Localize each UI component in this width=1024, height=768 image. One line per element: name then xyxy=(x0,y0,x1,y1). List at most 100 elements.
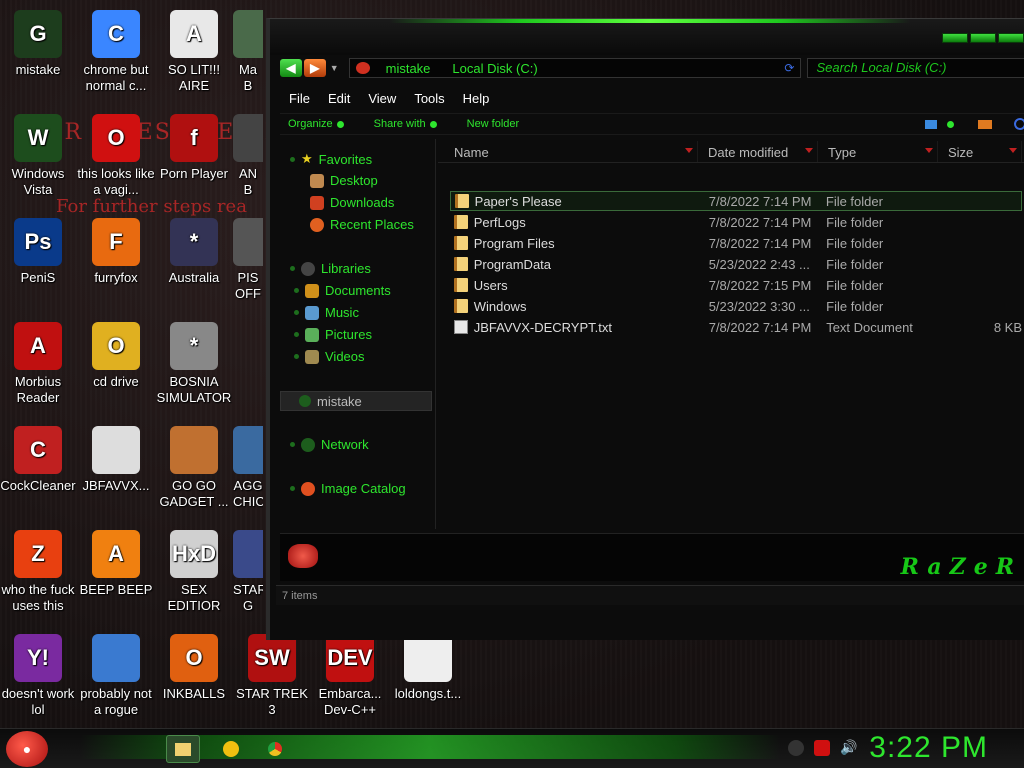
show-hidden-icons-icon[interactable] xyxy=(788,739,804,756)
taskbar-explorer-button[interactable] xyxy=(166,735,200,763)
taskbar-messenger-button[interactable] xyxy=(214,735,248,763)
menu-tools[interactable]: Tools xyxy=(405,89,453,109)
file-row[interactable]: ProgramData 5/23/2022 2:43 ... File folder xyxy=(450,254,1022,274)
desktop-icon-cd-drive[interactable]: Ocd drive xyxy=(77,322,155,390)
nav-image-catalog[interactable]: Image Catalog xyxy=(290,481,406,496)
desktop-icon-jbfavvx[interactable]: JBFAVVX... xyxy=(77,426,155,494)
nav-computer[interactable]: mistake xyxy=(280,391,432,411)
column-type[interactable]: Type xyxy=(818,141,938,162)
breadcrumb-disk[interactable]: Local Disk (C:) xyxy=(452,61,537,76)
desktop-icon-mistake[interactable]: Gmistake xyxy=(0,10,77,78)
menu-help[interactable]: Help xyxy=(454,89,499,109)
back-button[interactable]: ◀ xyxy=(280,59,302,77)
file-row[interactable]: Windows 5/23/2022 3:30 ... File folder xyxy=(450,296,1022,316)
maximize-button[interactable] xyxy=(970,33,996,43)
nav-libraries[interactable]: Libraries xyxy=(290,261,371,276)
desktop-icon-image: C xyxy=(14,426,62,474)
nav-pictures[interactable]: Pictures xyxy=(294,327,372,342)
documents-icon xyxy=(305,283,319,298)
desktop-icon-doesn-t-work-lol[interactable]: Y! doesn't work lol xyxy=(0,634,77,718)
desktop-icon-probably-not-a-rogue[interactable]: probably not a rogue xyxy=(77,634,155,718)
chevron-down-icon[interactable]: ▼ xyxy=(330,63,339,73)
taskbar-chrome-button[interactable] xyxy=(258,735,292,763)
new-folder-button[interactable]: New folder xyxy=(459,118,528,130)
close-button[interactable] xyxy=(998,33,1024,43)
volume-icon[interactable]: 🔊 xyxy=(840,739,857,756)
help-icon[interactable] xyxy=(1014,118,1024,130)
file-type: File folder xyxy=(826,214,884,230)
desktop-icon-cockcleaner[interactable]: C CockCleaner xyxy=(0,426,77,494)
desktop-icon-morbius-reader[interactable]: A Morbius Reader xyxy=(0,322,77,406)
desktop-icon-penis[interactable]: Ps PeniS xyxy=(0,218,77,286)
organize-button[interactable]: Organize xyxy=(280,118,352,130)
start-button[interactable]: ● xyxy=(6,731,48,767)
file-date: 7/8/2022 7:14 PM xyxy=(708,235,812,251)
desktop-icon-pis-off[interactable]: PIS OFF xyxy=(233,218,263,302)
desktop-icon-porn-player[interactable]: f Porn Player xyxy=(155,114,233,182)
desktop-icon-label: loldongs.t... xyxy=(394,686,462,701)
refresh-icon[interactable]: ⟳ xyxy=(784,61,794,75)
desktop-icon-label: BEEP BEEP xyxy=(79,582,153,597)
desktop-icon-sex-editior[interactable]: HxD SEX EDITIOR xyxy=(155,530,233,614)
action-center-icon[interactable] xyxy=(814,739,830,756)
nav-videos[interactable]: Videos xyxy=(294,349,365,364)
breadcrumb-user[interactable]: mistake xyxy=(386,61,431,76)
desktop-icon-inkballs[interactable]: O INKBALLS xyxy=(155,634,233,702)
nav-desktop[interactable]: Desktop xyxy=(310,173,378,188)
nav-music[interactable]: Music xyxy=(294,305,359,320)
search-input[interactable]: Search Local Disk (C:) xyxy=(807,58,1024,78)
minimize-button[interactable] xyxy=(942,33,968,43)
view-dropdown-icon[interactable] xyxy=(947,120,954,128)
file-row[interactable]: Users 7/8/2022 7:15 PM File folder xyxy=(450,275,1022,295)
desktop-icon-image: * xyxy=(170,322,218,370)
nav-network[interactable]: Network xyxy=(290,437,369,452)
desktop-icon-image: SW xyxy=(248,634,296,682)
window-titlebar[interactable] xyxy=(270,19,1024,55)
menu-file[interactable]: File xyxy=(280,89,319,109)
menu-edit[interactable]: Edit xyxy=(319,89,359,109)
desktop-icon-windows-vista[interactable]: W Windows Vista xyxy=(0,114,77,198)
file-date: 5/23/2022 3:30 ... xyxy=(708,298,810,314)
nav-downloads[interactable]: Downloads xyxy=(310,195,394,210)
file-row[interactable]: Program Files 7/8/2022 7:14 PM File folder xyxy=(450,233,1022,253)
desktop-icon-chrome-but-normal-c[interactable]: Cchrome but normal c... xyxy=(77,10,155,94)
desktop-icon-this-looks-like-a-vagi[interactable]: Othis looks like a vagi... xyxy=(77,114,155,198)
desktop-icon-australia[interactable]: * Australia xyxy=(155,218,233,286)
libraries-icon xyxy=(301,261,315,276)
desktop-icon-go-go-gadget[interactable]: GO GO GADGET ... xyxy=(155,426,233,510)
preview-pane-icon[interactable] xyxy=(978,119,992,129)
address-input[interactable]: mistake Local Disk (C:) ⟳ xyxy=(348,58,802,78)
desktop-icon-loldongs-t[interactable]: loldongs.t... xyxy=(389,634,467,702)
column-size[interactable]: Size xyxy=(938,141,1022,162)
share-with-button[interactable]: Share with xyxy=(366,118,445,130)
desktop-icon-an-b[interactable]: AN B xyxy=(233,114,263,198)
desktop-icon-image: A xyxy=(14,322,62,370)
razer-logo: RaZeR xyxy=(900,554,1022,580)
nav-favorites[interactable]: ★ Favorites xyxy=(290,151,372,167)
desktop-icon-embarca-dev-c[interactable]: DEV Embarca... Dev-C++ xyxy=(311,634,389,718)
desktop-icon-star-trek-3[interactable]: SW STAR TREK 3 xyxy=(233,634,311,718)
desktop-icon-who-the-fuck-uses-this[interactable]: Zwho the fuck uses this xyxy=(0,530,77,614)
file-row[interactable]: PerfLogs 7/8/2022 7:14 PM File folder xyxy=(450,212,1022,232)
nav-recent-places[interactable]: Recent Places xyxy=(310,217,414,232)
nav-documents[interactable]: Documents xyxy=(294,283,391,298)
view-options-icon[interactable] xyxy=(925,119,937,129)
desktop-icon-image xyxy=(170,426,218,474)
forward-button[interactable]: ▶ xyxy=(303,59,326,77)
desktop-icon-bosnia-simulator[interactable]: * BOSNIA SIMULATOR xyxy=(155,322,233,406)
angry-bird-icon xyxy=(355,62,370,74)
file-row[interactable]: Paper's Please 7/8/2022 7:14 PM File folde… xyxy=(450,191,1022,211)
file-row[interactable]: JBFAVVX-DECRYPT.txt 7/8/2022 7:14 PM Text … xyxy=(450,317,1022,337)
column-name[interactable]: Name xyxy=(438,141,698,162)
desktop-icon-so-lit-aire[interactable]: A SO LIT!!! AIRE xyxy=(155,10,233,94)
desktop-icon-furryfox[interactable]: Ffurryfox xyxy=(77,218,155,286)
desktop-icon-ma-b[interactable]: Ma B xyxy=(233,10,263,94)
menu-view[interactable]: View xyxy=(359,89,405,109)
taskbar-clock[interactable]: 3:22 PM xyxy=(869,731,988,765)
file-type: File folder xyxy=(826,235,884,251)
desktop-icon-star-g[interactable]: STAR G xyxy=(233,530,263,614)
desktop-icon-agg-chic[interactable]: AGG CHIC xyxy=(233,426,263,510)
desktop-icon-label: INKBALLS xyxy=(162,686,226,701)
column-date-modified[interactable]: Date modified xyxy=(698,141,818,162)
desktop-icon-beep-beep[interactable]: A BEEP BEEP xyxy=(77,530,155,598)
